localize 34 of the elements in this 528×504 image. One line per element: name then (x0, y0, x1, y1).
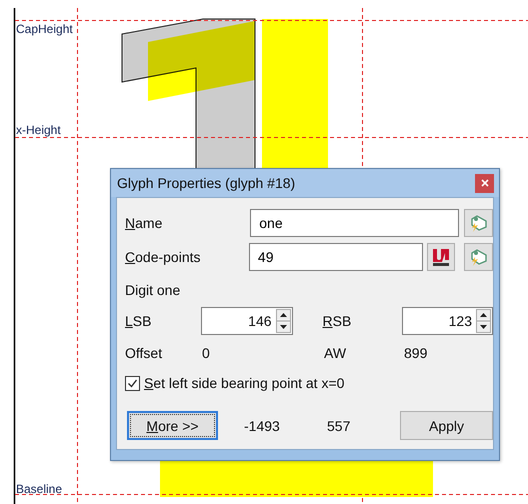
lsb-spinbox[interactable]: 146 (201, 307, 293, 335)
apply-button[interactable]: Apply (400, 411, 493, 440)
guide-label: Baseline (16, 482, 62, 496)
close-button[interactable] (475, 174, 494, 192)
glyph-description: Digit one (125, 282, 180, 298)
tag-icon (468, 214, 489, 232)
unicode-button[interactable] (426, 243, 456, 271)
code-points-field[interactable]: 49 (248, 243, 423, 271)
field-label: Name (125, 215, 164, 231)
more-button[interactable]: More >> (127, 411, 218, 440)
field-label: LSB (125, 313, 152, 329)
field-label: AW (324, 345, 348, 361)
readout-value: -1493 (244, 418, 281, 434)
rsb-spinbox[interactable]: 123 (402, 307, 493, 335)
name-field[interactable]: one (250, 209, 460, 237)
field-label: Offset (125, 345, 164, 361)
guide-label: x-Height (16, 123, 61, 137)
field-label: Code-points (125, 249, 202, 265)
spin-arrows-icon (276, 309, 291, 333)
spin-arrows-icon (476, 309, 491, 333)
tag-button[interactable] (464, 209, 493, 237)
unicode-logo-icon (431, 247, 452, 267)
tag-icon (468, 248, 489, 266)
check-icon (127, 378, 138, 388)
offset-value: 0 (202, 345, 211, 361)
advance-width-value: 899 (404, 345, 428, 361)
guide-label: CapHeight (16, 22, 73, 36)
window-title: Glyph Properties (glyph #18) (117, 175, 296, 191)
field-label: RSB (322, 313, 352, 329)
close-icon (480, 179, 488, 187)
checkbox-label: Set left side bearing point at x=0 (144, 375, 344, 391)
checkbox[interactable] (125, 376, 140, 390)
tag-button[interactable] (464, 243, 493, 271)
readout-value: 557 (327, 418, 352, 434)
